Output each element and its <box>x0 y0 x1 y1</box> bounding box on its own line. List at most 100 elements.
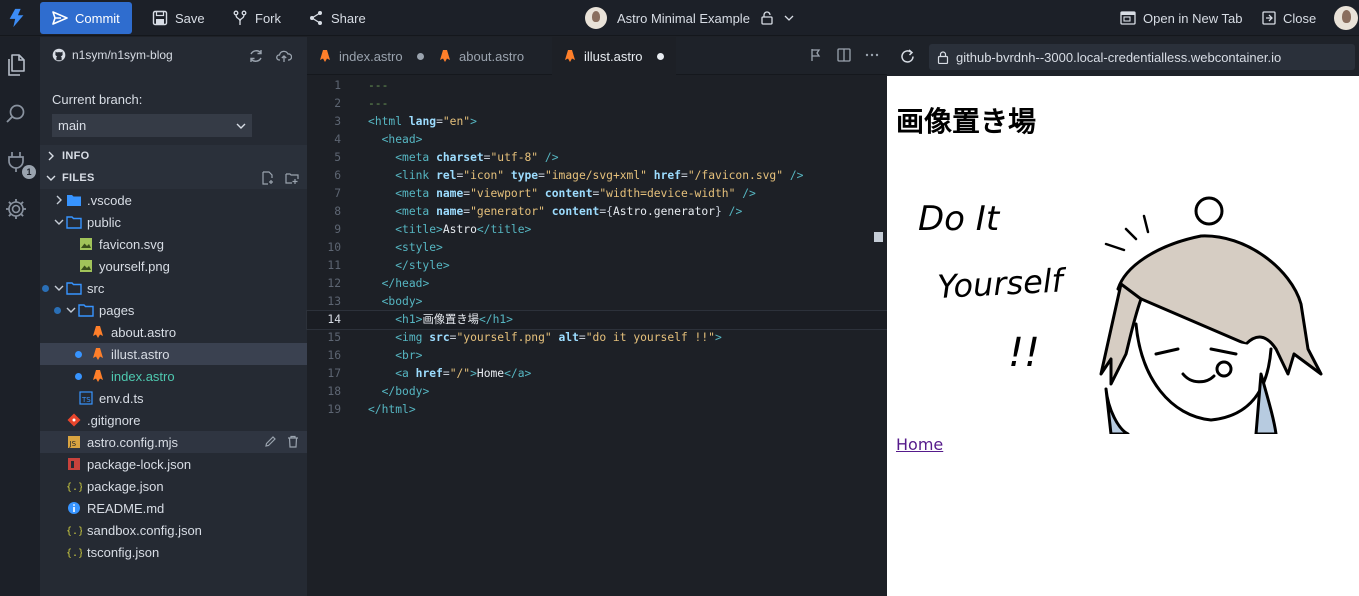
file-tree-item[interactable]: {.} package.json <box>40 475 307 497</box>
preview-url-bar[interactable]: github-bvrdnh--3000.local-credentialless… <box>929 44 1355 70</box>
code-line[interactable]: 15 <img src="yourself.png" alt="do it yo… <box>307 329 887 347</box>
commit-label: Commit <box>75 10 120 26</box>
code-line[interactable]: 18 </body> <box>307 383 887 401</box>
info-section-header[interactable]: INFO <box>40 145 307 167</box>
stackblitz-logo-icon[interactable] <box>6 7 28 29</box>
code-line[interactable]: 3 <html lang="en"> <box>307 113 887 131</box>
code-line[interactable]: 14 <h1>画像置き場</h1> <box>306 310 888 330</box>
sync-icon[interactable] <box>248 48 264 64</box>
code-line[interactable]: 10 <style> <box>307 239 887 257</box>
project-title-area[interactable]: Astro Minimal Example <box>585 7 794 29</box>
file-tree-item[interactable]: src <box>40 277 307 299</box>
file-tree-item[interactable]: JS astro.config.mjs <box>40 431 307 453</box>
code-line[interactable]: 11 </style> <box>307 257 887 275</box>
code-line[interactable]: 12 </head> <box>307 275 887 293</box>
file-tree-item[interactable]: README.md <box>40 497 307 519</box>
search-icon[interactable] <box>4 102 28 126</box>
code-line[interactable]: 13 <body> <box>307 293 887 311</box>
save-button[interactable]: Save <box>140 2 217 34</box>
chevron-down-icon <box>54 219 64 225</box>
code-line[interactable]: 4 <head> <box>307 131 887 149</box>
code-line[interactable]: 2 --- <box>307 95 887 113</box>
rename-pencil-icon[interactable] <box>264 435 277 448</box>
file-tree-item[interactable]: illust.astro <box>40 343 307 365</box>
preview-illustration: Do It Yourself !! <box>918 196 1323 434</box>
line-number: 4 <box>334 133 341 146</box>
file-tree-item[interactable]: {.} tsconfig.json <box>40 541 307 563</box>
activity-bar: 1 <box>0 37 40 596</box>
branch-select[interactable]: main <box>52 114 252 137</box>
tree-chevron <box>52 283 66 293</box>
code-line[interactable]: 19 </html> <box>307 401 887 419</box>
code-area[interactable]: 1 --- 2 --- 3 <html lang="en"> 4 <head> 5 <meta… <box>306 75 888 596</box>
commit-button[interactable]: Commit <box>40 2 132 34</box>
line-number: 3 <box>334 115 341 128</box>
modified-indicator <box>42 285 49 292</box>
file-type-icon <box>90 324 106 340</box>
code-line[interactable]: 7 <meta name="viewport" content="width=d… <box>307 185 887 203</box>
astro-file-icon <box>93 348 103 360</box>
code-line[interactable]: 1 --- <box>307 77 887 95</box>
code-text: </html> <box>368 403 416 416</box>
new-tab-icon <box>1120 11 1136 25</box>
file-tree-label: src <box>87 280 105 296</box>
astro-file-icon <box>565 50 575 62</box>
file-type-icon <box>66 412 82 428</box>
astro-file-icon <box>93 370 103 382</box>
more-icon[interactable] <box>865 48 879 62</box>
file-tree-item[interactable]: index.astro <box>40 365 307 387</box>
file-tree-item[interactable]: pages <box>40 299 307 321</box>
chevron-right-icon <box>48 151 54 161</box>
code-line[interactable]: 9 <title>Astro</title> <box>307 221 887 239</box>
files-section-header[interactable]: FILES <box>40 167 307 189</box>
code-text: <meta name="generator" content={Astro.ge… <box>395 205 743 218</box>
settings-gear-icon[interactable] <box>4 197 28 221</box>
close-button[interactable]: Close <box>1250 2 1328 34</box>
chevron-down-icon <box>54 285 64 291</box>
editor-tab-actions <box>809 48 879 62</box>
delete-trash-icon[interactable] <box>287 435 299 448</box>
file-type-icon <box>66 456 82 472</box>
preview-home-link[interactable]: Home <box>896 435 943 454</box>
file-tree-label: package-lock.json <box>87 456 192 472</box>
file-tree-item[interactable]: about.astro <box>40 321 307 343</box>
file-tree-item[interactable]: .gitignore <box>40 409 307 431</box>
share-button[interactable]: Share <box>296 2 378 34</box>
tab-index-astro[interactable]: index.astro <box>307 37 436 75</box>
svg-text:{.}: {.} <box>66 526 82 537</box>
explorer-icon[interactable] <box>4 53 28 77</box>
file-tree-item[interactable]: public <box>40 211 307 233</box>
file-tree-item[interactable]: .vscode <box>40 189 307 211</box>
tab-illust-astro[interactable]: illust.astro <box>552 37 676 75</box>
close-window-icon <box>1262 11 1276 25</box>
code-line[interactable]: 5 <meta charset="utf-8" /> <box>307 149 887 167</box>
save-icon <box>152 10 168 26</box>
tab-about-astro[interactable]: about.astro <box>427 37 536 75</box>
code-line[interactable]: 16 <br> <box>307 347 887 365</box>
file-tree-item[interactable]: yourself.png <box>40 255 307 277</box>
compare-icon[interactable] <box>809 48 823 62</box>
code-line[interactable]: 17 <a href="/">Home</a> <box>307 365 887 383</box>
new-file-icon[interactable] <box>261 171 275 185</box>
extensions-badge: 1 <box>22 165 36 179</box>
file-tree-label: .vscode <box>87 192 132 208</box>
cloud-upload-icon[interactable] <box>276 48 292 64</box>
code-line[interactable]: 6 <link rel="icon" type="image/svg+xml" … <box>307 167 887 185</box>
astro-file-icon <box>440 50 450 62</box>
file-tree-item[interactable]: {.} sandbox.config.json <box>40 519 307 541</box>
user-avatar[interactable] <box>1334 6 1358 30</box>
file-tree-item[interactable]: favicon.svg <box>40 233 307 255</box>
fork-icon <box>233 10 247 25</box>
file-tree-item[interactable]: TS env.d.ts <box>40 387 307 409</box>
file-tree-item[interactable]: package-lock.json <box>40 453 307 475</box>
file-tree-label: pages <box>99 302 135 318</box>
open-in-new-tab-button[interactable]: Open in New Tab <box>1108 2 1255 34</box>
fork-button[interactable]: Fork <box>220 2 293 34</box>
repo-link[interactable]: n1sym/n1sym-blog <box>52 48 173 62</box>
split-editor-icon[interactable] <box>837 48 851 62</box>
new-folder-icon[interactable] <box>285 171 299 185</box>
code-line[interactable]: 8 <meta name="generator" content={Astro.… <box>307 203 887 221</box>
refresh-icon[interactable] <box>899 48 916 65</box>
file-tree-label: astro.config.mjs <box>87 434 179 450</box>
file-tree-label: index.astro <box>111 368 175 384</box>
